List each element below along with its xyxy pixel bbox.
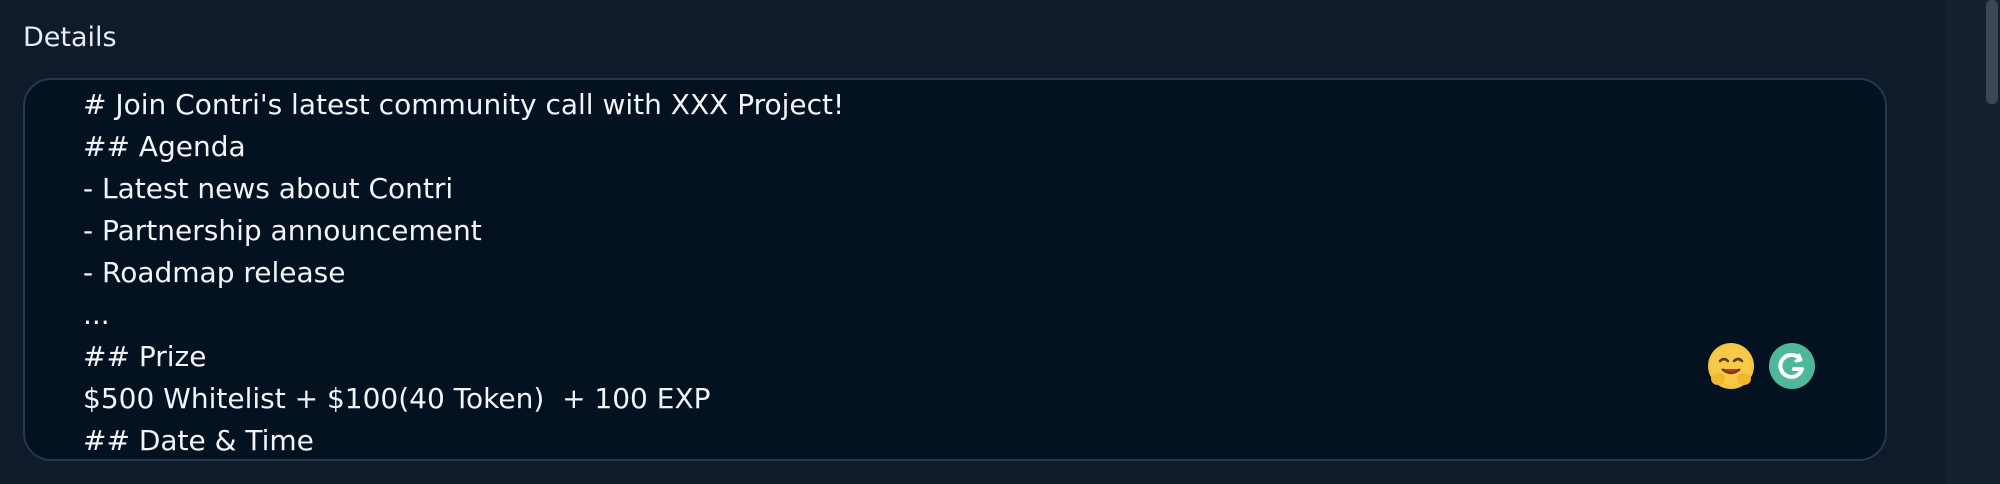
text-line: - Partnership announcement (83, 214, 482, 247)
text-line: - Latest news about Contri (83, 172, 454, 205)
text-line: # Join Contri's latest community call wi… (83, 88, 845, 121)
text-line: ## Date & Time (83, 424, 314, 457)
text-line: ... (83, 298, 110, 331)
hugging-face-emoji-icon[interactable] (1708, 343, 1754, 389)
grammarly-icon[interactable] (1769, 343, 1815, 389)
details-textarea[interactable]: # Join Contri's latest community call wi… (23, 78, 1887, 461)
page-scrollbar-thumb[interactable] (1986, 0, 1998, 104)
details-label: Details (23, 22, 117, 53)
text-line: - Roadmap release (83, 256, 346, 289)
text-line: ## Prize (83, 340, 207, 373)
text-line: ## Agenda (83, 130, 246, 163)
details-text-content: # Join Contri's latest community call wi… (83, 84, 1885, 459)
text-line: $500 Whitelist + $100(40 Token) + 100 EX… (83, 382, 711, 415)
details-section: Details # Join Contri's latest community… (0, 0, 2000, 484)
